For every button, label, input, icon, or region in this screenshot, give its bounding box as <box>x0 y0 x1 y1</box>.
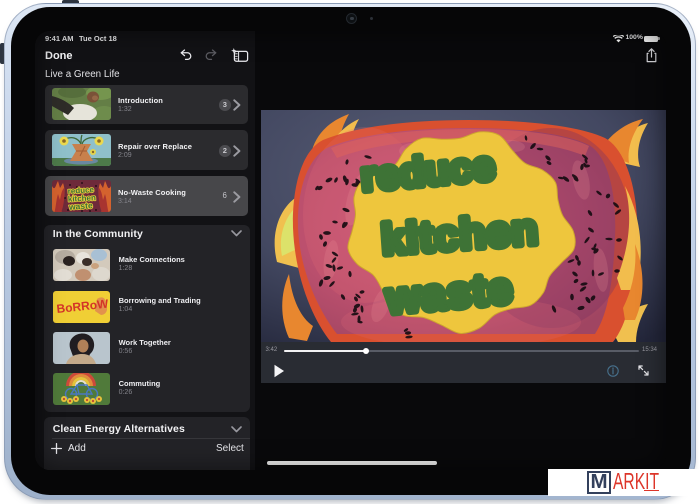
svg-text:waste: waste <box>68 200 94 212</box>
